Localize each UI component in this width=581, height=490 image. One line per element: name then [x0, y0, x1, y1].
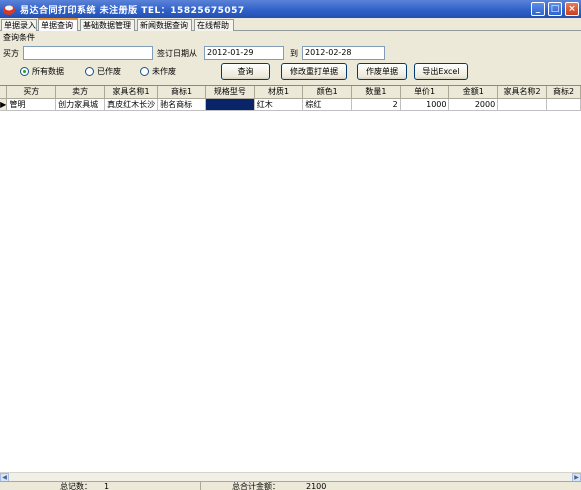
- minimize-button[interactable]: _: [531, 2, 545, 16]
- tab-base-data[interactable]: 基础数据管理: [80, 19, 135, 31]
- col-header-brand1[interactable]: 商标1: [157, 86, 206, 99]
- cell-furniture2[interactable]: [497, 98, 548, 111]
- radio-all[interactable]: 所有数据: [20, 66, 64, 78]
- title-bar: 易达合同打印系统 未注册版 TEL：15825675057 _ □ ×: [0, 0, 581, 18]
- col-header-seller[interactable]: 卖方: [55, 86, 106, 99]
- total-amount-value: 2100: [306, 482, 327, 490]
- cell-material1[interactable]: 红木: [254, 98, 304, 111]
- query-legend: 查询条件: [3, 33, 35, 42]
- cell-amount1[interactable]: 2000: [448, 98, 499, 111]
- tab-news-query[interactable]: 新闻数据查询: [137, 19, 192, 31]
- close-button[interactable]: ×: [565, 2, 579, 16]
- void-button[interactable]: 作废单据: [357, 63, 407, 80]
- app-icon: [3, 5, 15, 15]
- date-to-label: 到: [290, 49, 298, 58]
- data-table: 买方 卖方 家具名称1 商标1 规格型号 材质1 颜色1 数量1 单价1 金额1…: [0, 86, 581, 111]
- col-header-material1[interactable]: 材质1: [254, 86, 304, 99]
- cell-buyer[interactable]: 管明: [6, 98, 57, 111]
- col-header-furniture1[interactable]: 家具名称1: [104, 86, 159, 99]
- cell-color1[interactable]: 棕红: [302, 98, 353, 111]
- buyer-label: 买方: [3, 49, 19, 58]
- header-corner: [0, 86, 8, 99]
- cell-seller[interactable]: 创力家具城: [55, 98, 106, 111]
- col-header-furniture2[interactable]: 家具名称2: [497, 86, 548, 99]
- date-to-input[interactable]: 2012-02-28: [302, 46, 385, 60]
- radio-not-voided-dot[interactable]: [140, 67, 149, 76]
- buyer-input[interactable]: [23, 46, 153, 60]
- radio-voided-dot[interactable]: [85, 67, 94, 76]
- tab-help[interactable]: 在线帮助: [194, 19, 234, 31]
- cell-furniture1[interactable]: 真皮红木长沙: [104, 98, 159, 111]
- horizontal-scrollbar[interactable]: ◀ ▶: [0, 472, 581, 482]
- radio-voided-label: 已作废: [97, 67, 121, 76]
- record-count-value: 1: [104, 482, 110, 490]
- cell-spec[interactable]: [205, 98, 255, 111]
- col-header-spec[interactable]: 规格型号: [205, 86, 255, 99]
- table-row[interactable]: ▶ 管明 创力家具城 真皮红木长沙 驰名商标 红木 棕红 2 1000 2000: [0, 98, 581, 111]
- query-button[interactable]: 查询: [221, 63, 270, 80]
- cell-price1[interactable]: 1000: [400, 98, 450, 111]
- radio-voided[interactable]: 已作废: [85, 66, 121, 78]
- row-marker: ▶: [0, 98, 8, 111]
- radio-all-dot[interactable]: [20, 67, 29, 76]
- col-header-price1[interactable]: 单价1: [400, 86, 450, 99]
- status-divider: [200, 482, 201, 490]
- cell-brand2[interactable]: [546, 98, 581, 111]
- cell-brand1[interactable]: 驰名商标: [157, 98, 206, 111]
- radio-not-voided-label: 未作废: [152, 67, 176, 76]
- col-header-buyer[interactable]: 买方: [6, 86, 57, 99]
- header-row: 买方 卖方 家具名称1 商标1 规格型号 材质1 颜色1 数量1 单价1 金额1…: [0, 86, 581, 99]
- data-grid[interactable]: 买方 卖方 家具名称1 商标1 规格型号 材质1 颜色1 数量1 单价1 金额1…: [0, 85, 581, 472]
- maximize-button[interactable]: □: [548, 2, 562, 16]
- total-amount-label: 总合计金额：: [232, 482, 280, 490]
- radio-not-voided[interactable]: 未作废: [140, 66, 176, 78]
- reprint-button[interactable]: 修改重打单据: [281, 63, 347, 80]
- export-excel-button[interactable]: 导出Excel: [414, 63, 468, 80]
- record-count-label: 总记数：: [60, 482, 92, 490]
- col-header-color1[interactable]: 颜色1: [302, 86, 353, 99]
- query-panel: 查询条件 买方 签订日期从 2012-01-29 到 2012-02-28 所有…: [0, 31, 581, 85]
- date-from-label: 签订日期从: [157, 49, 197, 58]
- tab-entry[interactable]: 单据录入: [1, 19, 37, 31]
- col-header-brand2[interactable]: 商标2: [546, 86, 581, 99]
- radio-all-label: 所有数据: [32, 67, 64, 76]
- window-title: 易达合同打印系统 未注册版 TEL：15825675057: [20, 6, 245, 16]
- cell-quantity1[interactable]: 2: [351, 98, 401, 111]
- col-header-quantity1[interactable]: 数量1: [351, 86, 401, 99]
- status-bar: 总记数： 1 总合计金额： 2100: [0, 481, 581, 490]
- tab-query[interactable]: 单据查询: [38, 18, 78, 32]
- date-from-input[interactable]: 2012-01-29: [204, 46, 284, 60]
- tab-strip: 单据录入 单据查询 基础数据管理 新闻数据查询 在线帮助: [0, 18, 581, 32]
- col-header-amount1[interactable]: 金额1: [448, 86, 499, 99]
